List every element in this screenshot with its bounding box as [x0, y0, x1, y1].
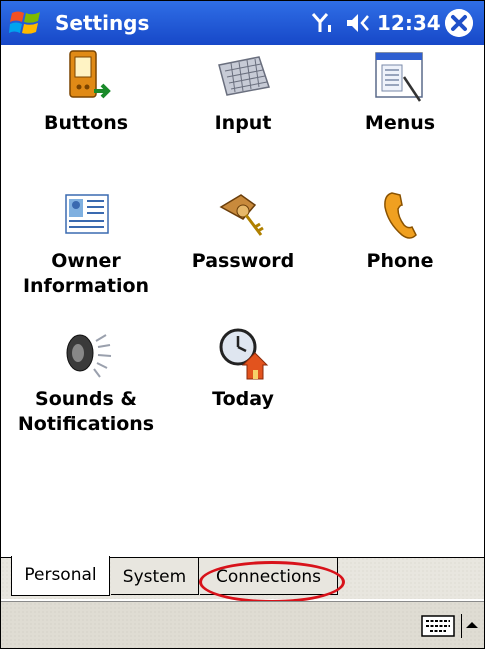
- input-panel-arrow-icon[interactable]: [461, 614, 482, 638]
- owner-card-icon: [65, 194, 109, 234]
- tab-strip: Personal System Connections: [1, 556, 484, 599]
- speaker-icon: [66, 334, 112, 378]
- input-label: Input: [214, 112, 272, 134]
- keyboard-toggle-icon[interactable]: [421, 615, 455, 637]
- buttons-label: Buttons: [43, 112, 129, 134]
- settings-item-phone[interactable]: Phone: [325, 185, 475, 274]
- password-label: Password: [191, 250, 295, 272]
- settings-window: Settings 12:34 Buttons Input Menus Owner…: [0, 0, 485, 649]
- settings-item-buttons[interactable]: Buttons: [11, 47, 161, 136]
- buttons-icon: [69, 50, 111, 99]
- settings-item-owner-information[interactable]: Owner Information: [11, 185, 161, 299]
- settings-item-input[interactable]: Input: [168, 47, 318, 136]
- volume-icon[interactable]: [344, 11, 372, 35]
- windows-start-icon[interactable]: [9, 7, 43, 39]
- keyboard-icon: [218, 56, 270, 96]
- phone-label: Phone: [366, 250, 434, 272]
- tab-connections[interactable]: Connections: [200, 557, 338, 595]
- clock-time[interactable]: 12:34: [377, 1, 441, 45]
- phone-icon: [384, 192, 417, 239]
- settings-item-sounds-notifications[interactable]: Sounds & Notifications: [11, 323, 161, 437]
- close-icon[interactable]: [445, 9, 473, 37]
- owner-information-label: Owner Information: [22, 250, 150, 297]
- menus-icon: [375, 52, 423, 102]
- settings-item-password[interactable]: Password: [168, 185, 318, 274]
- settings-item-today[interactable]: Today: [168, 323, 318, 412]
- window-title: Settings: [55, 11, 150, 35]
- clock-home-icon: [219, 328, 269, 380]
- tab-system[interactable]: System: [111, 557, 199, 595]
- tab-personal[interactable]: Personal: [11, 556, 110, 596]
- menus-label: Menus: [364, 112, 436, 134]
- title-bar: Settings 12:34: [1, 1, 484, 45]
- sounds-notifications-label: Sounds & Notifications: [17, 388, 155, 435]
- today-label: Today: [212, 388, 274, 410]
- keys-icon: [219, 194, 264, 236]
- settings-icon-grid: Buttons Input Menus Owner Information Pa…: [1, 45, 484, 557]
- settings-item-menus[interactable]: Menus: [325, 47, 475, 136]
- command-bar: [1, 601, 484, 648]
- signal-icon[interactable]: [311, 11, 335, 35]
